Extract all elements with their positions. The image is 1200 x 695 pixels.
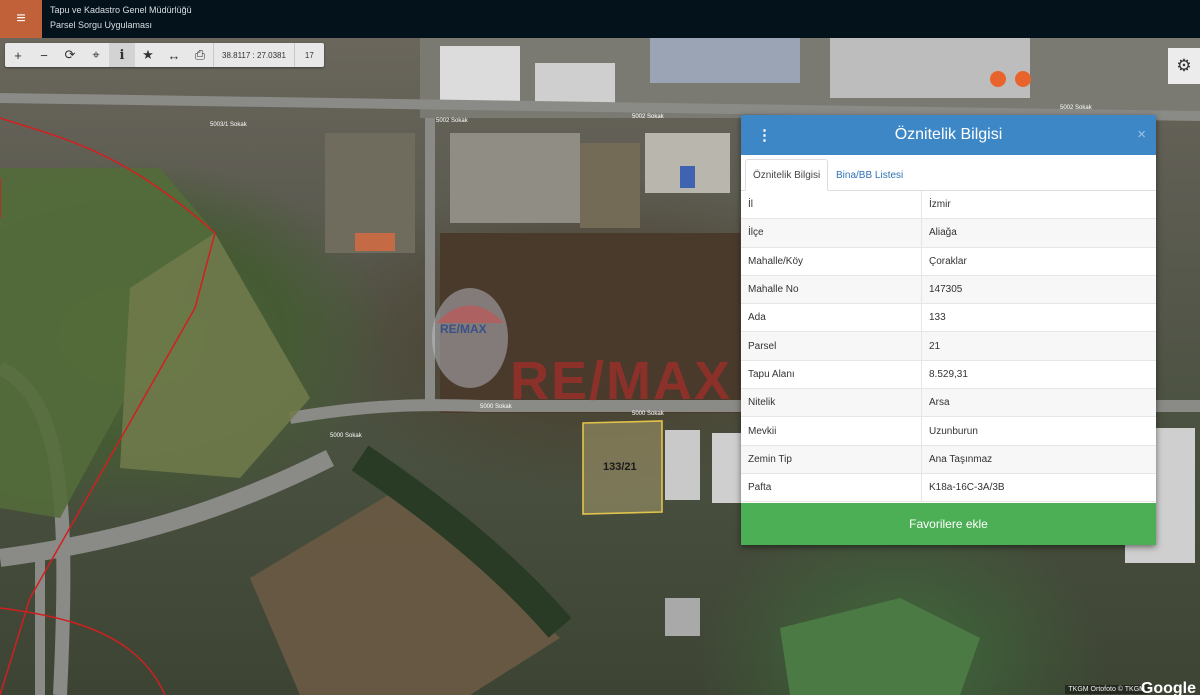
measure-icon[interactable]: ↔ — [161, 43, 187, 67]
row-key: Ada — [741, 304, 922, 332]
table-row: İlçe Aliağa — [741, 219, 1156, 248]
row-key: Pafta — [741, 473, 922, 502]
row-key: İl — [741, 191, 922, 219]
tank-marker — [990, 71, 1006, 87]
row-key: Parsel — [741, 332, 922, 360]
coordinate-readout: 38.8117 : 27.0381 — [213, 43, 294, 67]
star-icon[interactable]: ★ — [135, 43, 161, 67]
parcel-label: 133/21 — [603, 461, 637, 473]
row-value: 21 — [929, 340, 941, 352]
row-key: İlçe — [741, 219, 922, 247]
panel-title: Öznitelik Bilgisi — [894, 126, 1003, 143]
hamburger-icon: ≡ — [16, 10, 26, 27]
row-key: Nitelik — [741, 389, 922, 417]
app-title-line1: Tapu ve Kadastro Genel Müdürlüğü — [50, 5, 192, 15]
refresh-icon[interactable]: ⟳ — [57, 43, 83, 67]
zoom-out-icon[interactable]: − — [31, 43, 57, 67]
table-row: Pafta K18a-16C-3A/3B — [741, 473, 1156, 503]
google-logo: Google — [1140, 680, 1196, 695]
print-icon[interactable]: ⎙ — [187, 43, 213, 67]
zoom-in-icon[interactable]: + — [5, 43, 31, 67]
settings-button[interactable]: ⚙ — [1168, 48, 1200, 84]
map-toolbar: + − ⟳ ⌖ i ★ ↔ ⎙ 38.8117 : 27.0381 17 — [5, 43, 324, 67]
row-key: Mevkii — [741, 417, 922, 445]
menu-button[interactable]: ≡ — [0, 0, 42, 38]
gear-icon: ⚙ — [1176, 56, 1192, 75]
table-row: Tapu Alanı 8.529,31 — [741, 360, 1156, 390]
row-value: 147305 — [929, 284, 963, 296]
panel-header: ⋮ Öznitelik Bilgisi × — [741, 115, 1156, 155]
row-value: İzmir — [929, 199, 951, 211]
locate-icon[interactable]: ⌖ — [83, 43, 109, 67]
table-row: Mahalle/Köy Çoraklar — [741, 247, 1156, 276]
info-icon[interactable]: i — [109, 43, 135, 67]
road-label: 5002 Sokak — [436, 118, 468, 124]
row-value: Ana Taşınmaz — [929, 453, 993, 465]
tab-attribute-info[interactable]: Öznitelik Bilgisi — [745, 159, 829, 191]
attribute-table: İl İzmir İlçe Aliağa Mahalle/Köy Çoraklar M… — [741, 191, 1156, 503]
row-value: Arsa — [929, 397, 950, 409]
row-key: Mahalle No — [741, 275, 922, 304]
row-value: 133 — [929, 312, 946, 324]
road-label: 5002 Sokak — [1060, 105, 1092, 111]
app-title: Tapu ve Kadastro Genel Müdürlüğü Parsel … — [50, 3, 192, 33]
map-attribution[interactable]: TKGM Ortofoto © TKGM — [1065, 685, 1148, 694]
table-row: Parsel 21 — [741, 332, 1156, 361]
row-value: Çoraklar — [929, 255, 967, 267]
row-key: Zemin Tip — [741, 445, 922, 473]
row-key: Mahalle/Köy — [741, 247, 922, 275]
row-value: K18a-16C-3A/3B — [929, 482, 1005, 494]
table-row: İl İzmir — [741, 191, 1156, 220]
add-favorite-button[interactable]: Favorilere ekle — [741, 503, 1156, 545]
table-row: Mevkii Uzunburun — [741, 417, 1156, 446]
table-row: Mahalle No 147305 — [741, 275, 1156, 305]
row-value: Aliağa — [929, 227, 957, 239]
zoom-level: 17 — [293, 43, 324, 67]
tab-building-list[interactable]: Bina/BB Listesi — [829, 159, 910, 191]
table-row: Ada 133 — [741, 304, 1156, 333]
row-value: Uzunburun — [929, 425, 978, 437]
road-label: 5000 Sokak — [480, 404, 512, 410]
app-title-line2: Parsel Sorgu Uygulaması — [50, 20, 153, 30]
road-label: 5003/1 Sokak — [210, 122, 247, 128]
close-icon[interactable]: × — [1137, 126, 1146, 143]
road-label: 5002 Sokak — [632, 114, 664, 120]
row-key: Tapu Alanı — [741, 360, 922, 389]
watermark-balloon-text: RE/MAX — [440, 322, 487, 336]
panel-tabs: Öznitelik Bilgisi Bina/BB Listesi — [741, 155, 1156, 191]
row-value: 8.529,31 — [929, 368, 968, 380]
table-row: Zemin Tip Ana Taşınmaz — [741, 445, 1156, 474]
attribute-panel: ⋮ Öznitelik Bilgisi × Öznitelik Bilgisi … — [741, 115, 1156, 545]
road-label: 5000 Sokak — [330, 433, 362, 439]
watermark-text: RE/MAX — [510, 351, 733, 411]
tank-marker — [1015, 71, 1031, 87]
app-header: ≡ Tapu ve Kadastro Genel Müdürlüğü Parse… — [0, 0, 1200, 38]
kebab-menu-icon[interactable]: ⋮ — [757, 126, 772, 144]
table-row: Nitelik Arsa — [741, 389, 1156, 418]
